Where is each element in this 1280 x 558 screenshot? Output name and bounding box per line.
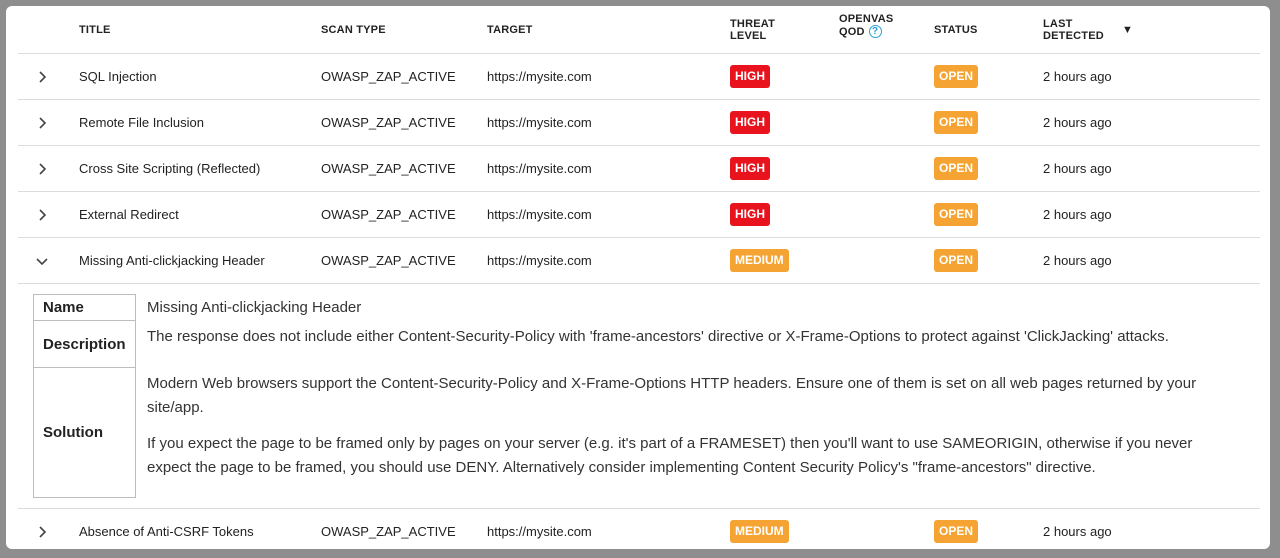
header-label: OPENVAS <box>839 13 894 25</box>
status-badge: OPEN <box>934 203 979 226</box>
detail-solution-label: Solution <box>33 367 136 498</box>
last-detected: 2 hours ago <box>1043 115 1112 130</box>
status-badge: OPEN <box>934 111 979 134</box>
column-header-last-detected[interactable]: LAST DETECTED <box>1043 6 1104 53</box>
threat-badge: MEDIUM <box>730 520 789 543</box>
findings-panel: TITLE SCAN TYPE TARGET THREAT LEVEL OPENV… <box>6 6 1270 549</box>
finding-title: Missing Anti-clickjacking Header <box>79 253 265 268</box>
threat-badge: HIGH <box>730 157 770 180</box>
target-url: https://mysite.com <box>487 207 592 222</box>
findings-table: TITLE SCAN TYPE TARGET THREAT LEVEL OPENV… <box>18 6 1260 549</box>
chevron-right-icon[interactable] <box>32 54 52 99</box>
chevron-right-icon[interactable] <box>32 100 52 145</box>
status-badge: OPEN <box>934 520 979 543</box>
target-url: https://mysite.com <box>487 524 592 539</box>
detail-name-value: Missing Anti-clickjacking Header <box>147 299 362 316</box>
table-row-expanded[interactable]: Missing Anti-clickjacking Header OWASP_Z… <box>18 238 1260 284</box>
column-header-target[interactable]: TARGET <box>487 6 533 53</box>
column-header-threat-level[interactable]: THREAT LEVEL <box>730 6 775 53</box>
target-url: https://mysite.com <box>487 253 592 268</box>
last-detected: 2 hours ago <box>1043 69 1112 84</box>
table-row[interactable]: Cross Site Scripting (Reflected) OWASP_Z… <box>18 146 1260 192</box>
threat-badge: HIGH <box>730 65 770 88</box>
status-cell: OPEN <box>934 238 979 283</box>
header-label: LAST <box>1043 17 1073 30</box>
threat-cell: HIGH <box>730 146 770 191</box>
finding-detail-panel: Name Description Solution Missing Anti-c… <box>18 284 1260 509</box>
threat-cell: MEDIUM <box>730 238 789 283</box>
threat-cell: HIGH <box>730 192 770 237</box>
status-badge: OPEN <box>934 249 979 272</box>
last-detected: 2 hours ago <box>1043 253 1112 268</box>
detail-description-label: Description <box>33 320 136 368</box>
detail-solution-paragraph: Modern Web browsers support the Content-… <box>147 375 1197 416</box>
detail-description-value: The response does not include either Con… <box>147 328 1169 345</box>
header-label: STATUS <box>934 23 978 36</box>
detail-solution-paragraph: If you expect the page to be framed only… <box>147 435 1193 476</box>
column-header-scan-type[interactable]: SCAN TYPE <box>321 6 386 53</box>
header-label: DETECTED <box>1043 29 1104 42</box>
threat-badge: HIGH <box>730 111 770 134</box>
threat-cell: HIGH <box>730 54 770 99</box>
status-badge: OPEN <box>934 65 979 88</box>
scan-type: OWASP_ZAP_ACTIVE <box>321 207 456 222</box>
header-label: QOD <box>839 25 865 38</box>
status-cell: OPEN <box>934 100 979 145</box>
table-row[interactable]: SQL Injection OWASP_ZAP_ACTIVE https://m… <box>18 54 1260 100</box>
threat-cell: HIGH <box>730 100 770 145</box>
finding-title: Cross Site Scripting (Reflected) <box>79 161 261 176</box>
column-header-status[interactable]: STATUS <box>934 6 978 53</box>
help-circle-icon[interactable]: ? <box>868 25 882 38</box>
last-detected: 2 hours ago <box>1043 524 1112 539</box>
finding-title: Absence of Anti-CSRF Tokens <box>79 524 254 539</box>
column-header-title[interactable]: TITLE <box>79 6 111 53</box>
header-label: LEVEL <box>730 29 767 42</box>
status-cell: OPEN <box>934 509 979 549</box>
target-url: https://mysite.com <box>487 161 592 176</box>
chevron-right-icon[interactable] <box>32 192 52 237</box>
chevron-right-icon[interactable] <box>32 146 52 191</box>
chevron-down-icon[interactable] <box>32 238 52 283</box>
table-row[interactable]: Remote File Inclusion OWASP_ZAP_ACTIVE h… <box>18 100 1260 146</box>
target-url: https://mysite.com <box>487 115 592 130</box>
header-label: TITLE <box>79 23 111 36</box>
header-label: TARGET <box>487 23 533 36</box>
scan-type: OWASP_ZAP_ACTIVE <box>321 253 456 268</box>
column-header-qod[interactable]: OPENVAS QOD? <box>839 6 893 49</box>
status-cell: OPEN <box>934 54 979 99</box>
threat-badge: HIGH <box>730 203 770 226</box>
target-url: https://mysite.com <box>487 69 592 84</box>
last-detected: 2 hours ago <box>1043 161 1112 176</box>
table-row[interactable]: External Redirect OWASP_ZAP_ACTIVE https… <box>18 192 1260 238</box>
status-badge: OPEN <box>934 157 979 180</box>
status-cell: OPEN <box>934 192 979 237</box>
finding-title: SQL Injection <box>79 69 157 84</box>
status-cell: OPEN <box>934 146 979 191</box>
scan-type: OWASP_ZAP_ACTIVE <box>321 69 456 84</box>
header-label: SCAN TYPE <box>321 23 386 36</box>
scan-type: OWASP_ZAP_ACTIVE <box>321 161 456 176</box>
sort-desc-icon[interactable]: ▼ <box>1122 6 1133 53</box>
header-label: THREAT <box>730 17 775 30</box>
chevron-right-icon[interactable] <box>32 509 52 549</box>
detail-name-label: Name <box>33 294 136 321</box>
threat-cell: MEDIUM <box>730 509 789 549</box>
scan-type: OWASP_ZAP_ACTIVE <box>321 524 456 539</box>
scan-type: OWASP_ZAP_ACTIVE <box>321 115 456 130</box>
table-row[interactable]: Absence of Anti-CSRF Tokens OWASP_ZAP_AC… <box>18 509 1260 549</box>
last-detected: 2 hours ago <box>1043 207 1112 222</box>
threat-badge: MEDIUM <box>730 249 789 272</box>
finding-title: External Redirect <box>79 207 179 222</box>
finding-title: Remote File Inclusion <box>79 115 204 130</box>
table-header: TITLE SCAN TYPE TARGET THREAT LEVEL OPENV… <box>18 6 1260 54</box>
